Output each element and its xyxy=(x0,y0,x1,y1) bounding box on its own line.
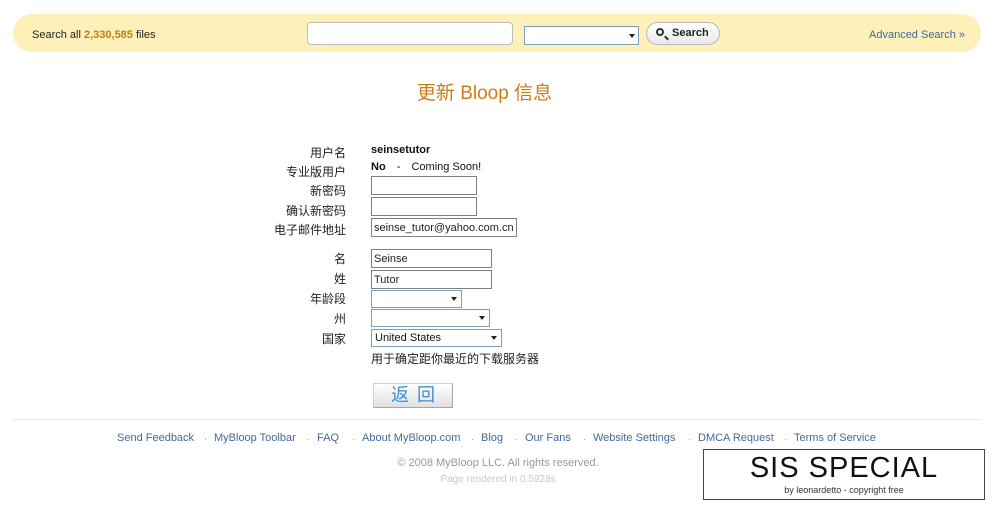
chevron-down-icon xyxy=(451,297,457,301)
first-name-label: 名 xyxy=(333,252,346,266)
last-name-field[interactable]: Tutor xyxy=(371,270,492,289)
footer-link-toolbar[interactable]: MyBloop Toolbar xyxy=(214,432,296,444)
advanced-search-link[interactable]: Advanced Search » xyxy=(869,29,965,41)
footer-separator: · xyxy=(471,434,474,444)
watermark-box: SIS SPECIAL by leonardetto - copyright f… xyxy=(703,449,985,500)
search-category-select[interactable] xyxy=(524,26,639,45)
back-button[interactable]: 返回 xyxy=(373,383,453,408)
country-label: 国家 xyxy=(321,332,346,346)
pro-user-status: No - Coming Soon! xyxy=(371,161,481,173)
username-label: 用户名 xyxy=(309,146,346,160)
pro-user-dash: - xyxy=(396,161,401,173)
footer-link-terms[interactable]: Terms of Service xyxy=(794,432,876,444)
username-value: seinsetutor xyxy=(371,144,431,156)
confirm-password-field[interactable] xyxy=(371,197,477,216)
watermark-subtitle: by leonardetto - copyright free xyxy=(784,485,904,495)
email-label: 电子邮件地址 xyxy=(273,223,346,237)
footer-separator: · xyxy=(583,434,586,444)
chevron-down-icon xyxy=(479,316,485,320)
search-icon xyxy=(656,28,664,36)
pro-user-note: Coming Soon! xyxy=(411,161,482,173)
search-prefix: Search all xyxy=(32,29,81,41)
footer-link-send-feedback[interactable]: Send Feedback xyxy=(117,432,194,444)
footer-separator: · xyxy=(784,434,787,444)
search-input[interactable] xyxy=(307,22,513,45)
country-value: United States xyxy=(375,332,442,344)
file-count: 2,330,585 xyxy=(83,29,133,41)
footer-link-about[interactable]: About MyBloop.com xyxy=(362,432,460,444)
footer-link-settings[interactable]: Website Settings xyxy=(593,432,675,444)
email-field[interactable]: seinse_tutor@yahoo.com.cn xyxy=(371,218,517,237)
watermark-title: SIS SPECIAL xyxy=(749,452,939,484)
footer-separator: · xyxy=(352,434,355,444)
new-password-field[interactable] xyxy=(371,176,477,195)
footer-separator: · xyxy=(515,434,518,444)
search-button-label: Search xyxy=(672,27,709,39)
file-count-text: Search all 2,330,585 files xyxy=(32,29,156,41)
page-title: 更新 Bloop 信息 xyxy=(416,83,553,104)
pro-user-label: 专业版用户 xyxy=(285,165,346,179)
chevron-down-icon xyxy=(629,34,635,38)
age-range-select[interactable] xyxy=(371,290,462,308)
footer-link-dmca[interactable]: DMCA Request xyxy=(698,432,774,444)
footer-separator: · xyxy=(204,434,207,444)
pro-user-value: No xyxy=(371,161,386,173)
last-name-label: 姓 xyxy=(333,272,346,286)
search-button[interactable]: Search xyxy=(646,22,720,45)
confirm-password-label: 确认新密码 xyxy=(285,204,346,218)
state-select[interactable] xyxy=(371,309,490,327)
footer-link-fans[interactable]: Our Fans xyxy=(525,432,571,444)
state-label: 州 xyxy=(333,312,346,326)
search-bar: Search all 2,330,585 files Search Advanc… xyxy=(13,14,981,52)
search-suffix: files xyxy=(135,29,156,41)
footer-link-blog[interactable]: Blog xyxy=(481,432,503,444)
footer-link-faq[interactable]: FAQ xyxy=(317,432,339,444)
age-range-label: 年龄段 xyxy=(309,292,346,306)
footer-divider xyxy=(13,419,981,420)
first-name-field[interactable]: Seinse xyxy=(371,249,492,268)
new-password-label: 新密码 xyxy=(309,184,346,198)
country-note: 用于确定距你最近的下载服务器 xyxy=(371,352,540,366)
footer-separator: · xyxy=(307,434,310,444)
footer-separator: · xyxy=(688,434,691,444)
country-select[interactable]: United States xyxy=(371,329,502,347)
footer-links: Send Feedback · MyBloop Toolbar · FAQ · … xyxy=(0,432,996,448)
chevron-down-icon xyxy=(491,336,497,340)
